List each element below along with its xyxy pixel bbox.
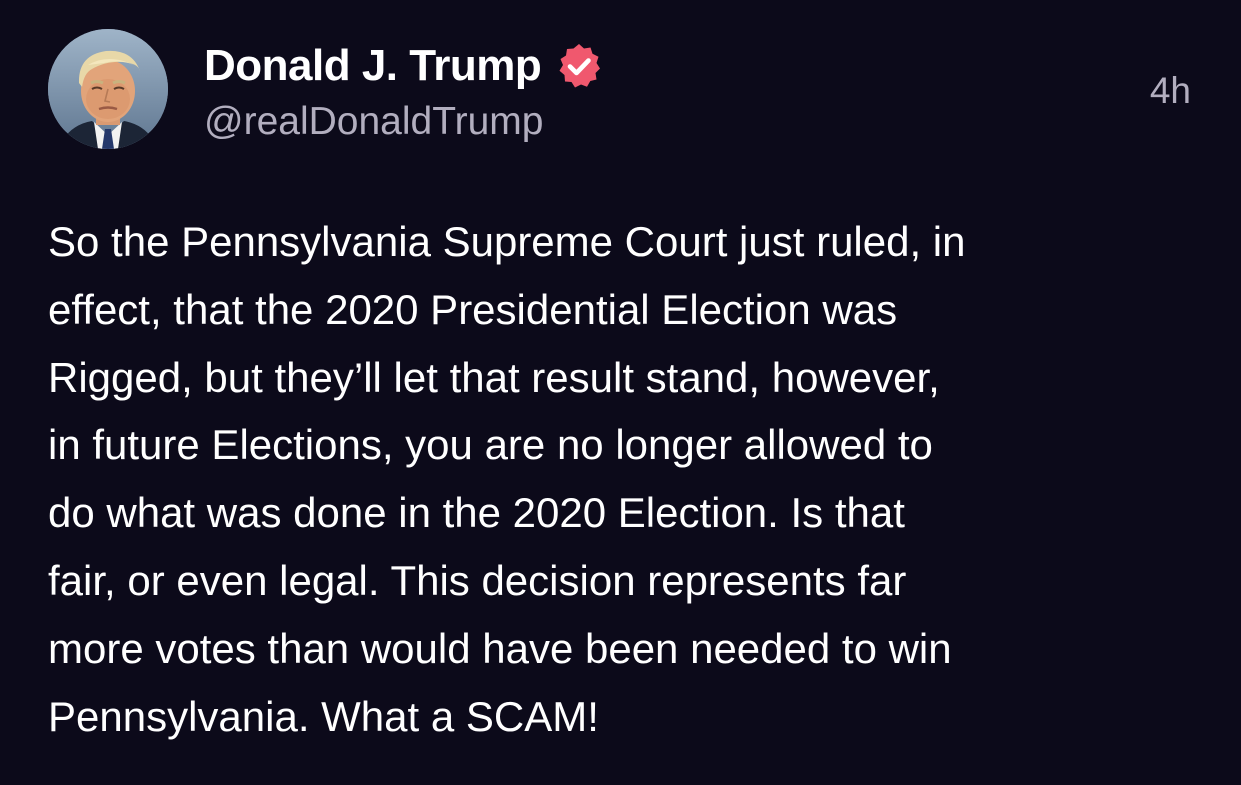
verified-badge-icon bbox=[555, 42, 603, 90]
post-text-line: in future Elections, you are no longer a… bbox=[48, 421, 933, 469]
post-text-line: effect, that the 2020 Presidential Elect… bbox=[48, 285, 898, 333]
post-text-line: Rigged, but they’ll let that result stan… bbox=[48, 353, 940, 401]
post-text-line: Pennsylvania. What a SCAM! bbox=[48, 692, 599, 740]
post-text-line: fair, or even legal. This decision repre… bbox=[48, 556, 907, 604]
post-card: Donald J. Trump @realDonaldTrump 4h So t… bbox=[0, 0, 1241, 785]
post-text: So the Pennsylvania Supreme Court just r… bbox=[48, 208, 1198, 750]
author-handle[interactable]: @realDonaldTrump bbox=[204, 100, 543, 144]
author-display-name[interactable]: Donald J. Trump bbox=[204, 41, 542, 91]
post-text-line: do what was done in the 2020 Election. I… bbox=[48, 489, 905, 537]
post-text-line: more votes than would have been needed t… bbox=[48, 624, 952, 672]
author-name-row: Donald J. Trump bbox=[204, 38, 603, 94]
post-text-line: So the Pennsylvania Supreme Court just r… bbox=[48, 218, 966, 265]
author-avatar[interactable] bbox=[48, 29, 168, 149]
avatar-image bbox=[48, 29, 168, 149]
post-timestamp[interactable]: 4h bbox=[1150, 70, 1191, 112]
